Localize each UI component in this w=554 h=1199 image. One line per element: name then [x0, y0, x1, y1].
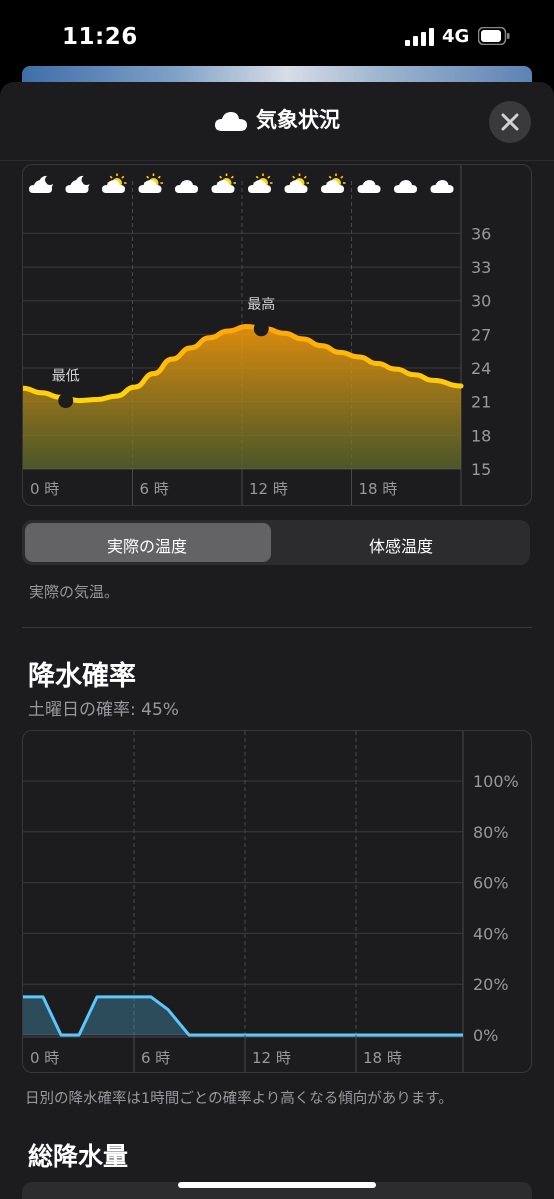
x-tick-label: 18 時 [359, 480, 398, 498]
sun-ray [121, 175, 125, 179]
sun-ray [328, 175, 332, 179]
cloud-shape [430, 180, 454, 193]
y-tick-label: 40% [473, 924, 509, 943]
battery-icon [478, 27, 510, 45]
status-bar: 11:26 4G [0, 0, 554, 70]
header-divider [0, 160, 554, 161]
x-tick-label: 0 時 [30, 480, 59, 498]
sun-ray [340, 175, 344, 179]
sun-ray [157, 175, 161, 179]
high-label: 最高 [247, 296, 275, 313]
y-tick-label: 27 [471, 325, 491, 344]
sun-ray [255, 175, 259, 179]
y-tick-label: 24 [471, 359, 491, 378]
cloud-shape [29, 180, 52, 193]
x-tick-label: 12 時 [249, 480, 288, 498]
precip-title: 降水確率 [28, 661, 136, 692]
x-tick-label: 6 時 [141, 1049, 170, 1067]
precip-chart: 0 時 6 時 12 時 18 時 100% 80% 60% 40% 20% 0% [23, 731, 519, 1072]
y-tick-label: 18 [471, 426, 491, 445]
close-button[interactable] [489, 101, 531, 143]
temperature-note: 実際の気温。 [29, 583, 120, 601]
section-divider [22, 627, 532, 628]
y-tick-label: 36 [471, 224, 491, 243]
sun-ray [230, 175, 234, 179]
y-tick-label: 21 [471, 393, 491, 412]
total-precip-title: 総降水量 [28, 1142, 129, 1171]
temperature-mode-segmented-control: 実際の温度 体感温度 [22, 520, 530, 565]
temperature-chart: 最低 最高 0 時 6 時 12 時 18 時 36 33 30 27 24 21 18 15 [23, 165, 491, 505]
segment-actual-temp[interactable]: 実際の温度 [22, 533, 272, 557]
y-tick-label: 33 [471, 258, 491, 277]
precip-chart-card: 0 時 6 時 12 時 18 時 100% 80% 60% 40% 20% 0% [22, 730, 532, 1073]
sun-ray [109, 175, 113, 179]
close-icon [501, 113, 519, 131]
cloud-shape [394, 180, 417, 193]
cloud-shape [65, 180, 89, 193]
network-type: 4G [442, 26, 470, 47]
high-marker [253, 321, 269, 337]
sun-ray [292, 175, 296, 179]
sun-ray [267, 175, 271, 179]
home-indicator [178, 1182, 376, 1188]
sun-cloud-icon [248, 173, 273, 193]
x-tick-label: 12 時 [252, 1049, 291, 1067]
sun-cloud-icon [321, 173, 346, 193]
sun-ray [303, 175, 307, 179]
temperature-chart-card: 最低 最高 0 時 6 時 12 時 18 時 36 33 30 27 24 21 18 15 [22, 164, 532, 506]
x-tick-label: 0 時 [30, 1049, 59, 1067]
sheet-header: 気象状況 [0, 82, 554, 160]
status-time: 11:26 [62, 24, 138, 50]
y-tick-label: 0% [473, 1026, 498, 1045]
sun-ray [146, 175, 150, 179]
segment-feels-like[interactable]: 体感温度 [276, 533, 526, 557]
y-tick-label: 60% [473, 874, 509, 893]
conditions-sheet: 気象状況 最低 最高 0 時 6 時 12 時 18 時 36 33 30 27… [0, 82, 554, 1199]
cloud-icon [430, 180, 454, 193]
cloud-shape [357, 180, 381, 193]
y-tick-label: 20% [473, 975, 509, 994]
cloud-shape [175, 180, 198, 193]
low-marker [58, 393, 74, 409]
cellular-signal-icon [405, 28, 434, 46]
sun-cloud-icon [284, 173, 309, 193]
y-tick-label: 30 [471, 292, 491, 311]
precip-subtitle: 土曜日の確率: 45% [28, 700, 179, 720]
sun-cloud-icon [211, 173, 236, 193]
moon-cloud-icon [65, 175, 90, 193]
sun-ray [219, 175, 223, 179]
y-tick-label: 80% [473, 823, 509, 842]
sun-cloud-icon [102, 173, 127, 193]
cloud-icon [394, 180, 417, 193]
sun-cloud-icon [138, 173, 163, 193]
y-tick-label: 100% [473, 772, 519, 791]
moon-cloud-icon [29, 175, 53, 193]
sheet-title: 気象状況 [0, 104, 554, 134]
cloud-icon [215, 112, 247, 131]
cloud-icon [175, 180, 198, 193]
sheet-title-text: 気象状況 [256, 108, 340, 132]
cloud-icon [357, 180, 381, 193]
x-tick-label: 18 時 [363, 1049, 402, 1067]
precip-note: 日別の降水確率は1時間ごとの確率より高くなる傾向があります。 [25, 1091, 453, 1107]
low-label: 最低 [52, 369, 80, 385]
y-tick-label: 15 [471, 460, 491, 479]
x-tick-label: 6 時 [140, 480, 169, 498]
